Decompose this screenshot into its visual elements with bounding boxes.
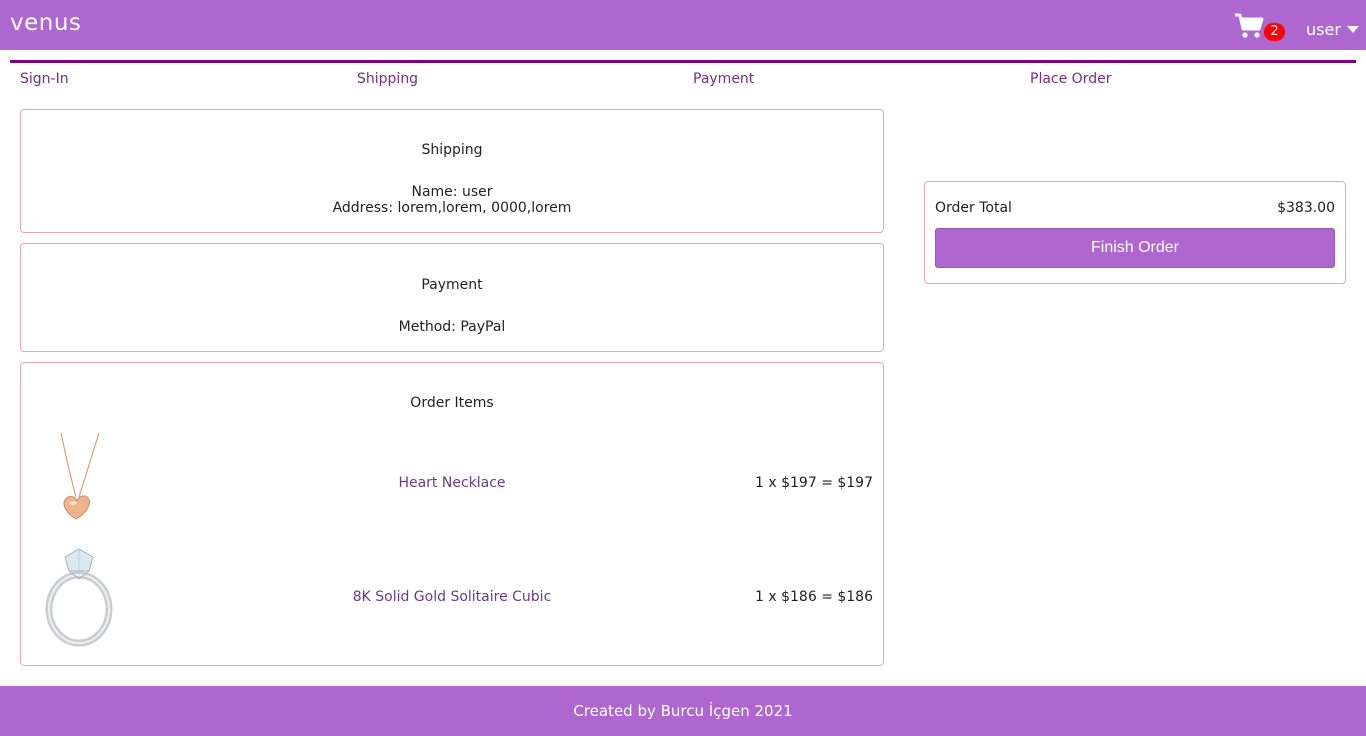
footer-text: Created by Burcu İçgen 2021 bbox=[573, 702, 793, 720]
top-navbar: venus 2 user bbox=[0, 0, 1366, 50]
item-price: 1 x $186 = $186 bbox=[755, 589, 873, 605]
payment-card: Payment Method: PayPal bbox=[20, 243, 884, 352]
item-name-link[interactable]: Heart Necklace bbox=[302, 475, 602, 491]
brand-logo[interactable]: venus bbox=[10, 10, 81, 36]
cart-icon bbox=[1235, 13, 1264, 38]
step-place-order[interactable]: Place Order bbox=[1030, 71, 1111, 87]
user-dropdown[interactable]: user bbox=[1306, 20, 1359, 39]
shipping-title: Shipping bbox=[421, 142, 483, 158]
step-shipping[interactable]: Shipping bbox=[357, 71, 418, 87]
heart-necklace-image[interactable] bbox=[41, 431, 111, 527]
order-total-label: Order Total bbox=[935, 200, 1012, 216]
shipping-name: Name: user bbox=[411, 184, 493, 200]
step-payment[interactable]: Payment bbox=[693, 71, 754, 87]
footer: Created by Burcu İçgen 2021 bbox=[0, 686, 1366, 736]
shipping-address: Address: lorem,lorem, 0000,lorem bbox=[332, 200, 572, 216]
solitaire-ring-image[interactable] bbox=[39, 545, 123, 647]
user-name: user bbox=[1306, 20, 1341, 39]
step-sign-in[interactable]: Sign-In bbox=[20, 71, 69, 87]
order-total-value: $383.00 bbox=[1277, 200, 1335, 216]
shipping-card: Shipping Name: user Address: lorem,lorem… bbox=[20, 109, 884, 233]
item-price: 1 x $197 = $197 bbox=[755, 475, 873, 491]
order-summary-card: Order Total $383.00 Finish Order bbox=[924, 181, 1346, 284]
order-items-title: Order Items bbox=[410, 395, 494, 411]
payment-title: Payment bbox=[421, 277, 483, 293]
checkout-steps-bar bbox=[10, 60, 1356, 63]
cart-count-badge: 2 bbox=[1264, 23, 1285, 41]
finish-order-button[interactable]: Finish Order bbox=[935, 228, 1335, 268]
cart-link[interactable]: 2 bbox=[1234, 11, 1286, 41]
chevron-down-icon bbox=[1346, 26, 1359, 33]
order-items-card: Order Items Heart Necklace 1 x $197 = $1… bbox=[20, 362, 884, 666]
payment-method: Method: PayPal bbox=[398, 319, 506, 335]
item-name-link[interactable]: 8K Solid Gold Solitaire Cubic bbox=[302, 589, 602, 605]
